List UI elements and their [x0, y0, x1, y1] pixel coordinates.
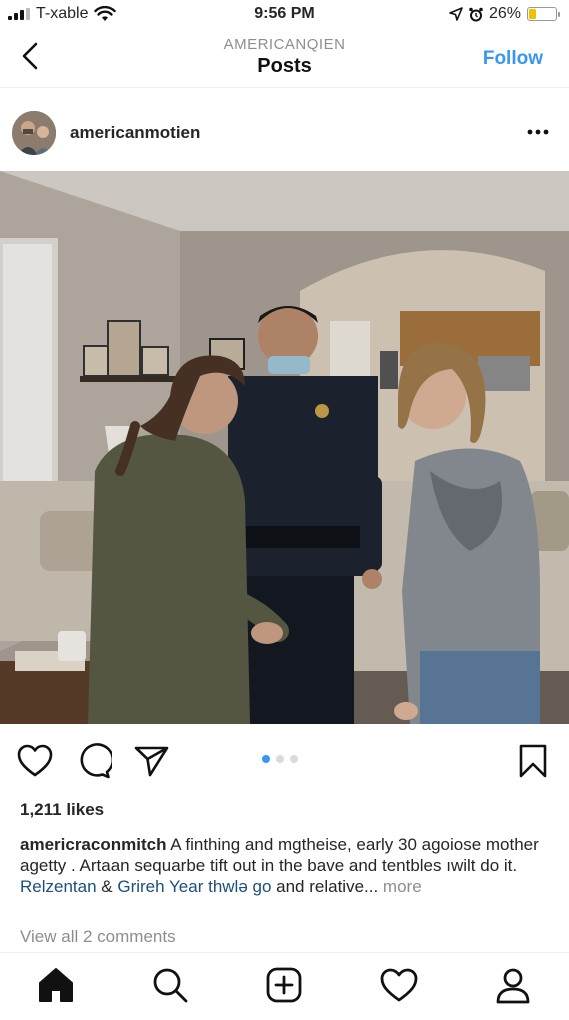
follow-button[interactable]: Follow: [483, 48, 543, 70]
carousel-indicator: [262, 755, 298, 763]
activity-heart-icon[interactable]: [379, 965, 419, 1005]
caption-text-end: and relative...: [271, 877, 379, 896]
battery-percent: 26%: [488, 5, 521, 22]
plus-square-icon[interactable]: [264, 965, 304, 1005]
more-options-button[interactable]: [523, 120, 553, 144]
bookmark-icon[interactable]: [514, 742, 552, 780]
caption-tag[interactable]: thwlə go: [208, 877, 271, 896]
status-right: 26%: [449, 5, 560, 23]
carousel-dot: [290, 755, 298, 763]
likes-count[interactable]: 1,211 likes: [20, 800, 104, 820]
post-actions: [0, 738, 569, 782]
bottom-nav: [0, 952, 569, 1020]
caption-tag[interactable]: Grireh Year: [117, 877, 203, 896]
battery-icon: [527, 7, 560, 21]
status-bar: T-хable 9:56 PM 26%: [0, 0, 569, 30]
caption-ampersand: &: [96, 877, 118, 896]
carousel-dot: [262, 755, 270, 763]
caption-username[interactable]: americraconmitch: [20, 835, 166, 854]
profile-icon[interactable]: [493, 965, 533, 1005]
alarm-icon: [469, 7, 483, 21]
header: AMERICANQIEN Posts Follow: [0, 30, 569, 88]
post-image-scene: [0, 171, 569, 724]
post-username[interactable]: americanmotien: [70, 123, 200, 143]
caption-tag[interactable]: Relzentan: [20, 877, 97, 896]
view-comments-link[interactable]: View all 2 comments: [20, 927, 176, 947]
carousel-dot: [276, 755, 284, 763]
comment-icon[interactable]: [74, 742, 112, 780]
post-image[interactable]: [0, 171, 569, 724]
send-icon[interactable]: [132, 742, 170, 780]
post-caption: americraconmitch A finthing and mgtheise…: [20, 834, 550, 897]
avatar[interactable]: [12, 111, 56, 155]
like-heart-icon[interactable]: [16, 742, 54, 780]
location-icon: [449, 7, 463, 21]
search-icon[interactable]: [150, 965, 190, 1005]
home-icon[interactable]: [36, 965, 76, 1005]
caption-more-link[interactable]: more: [378, 877, 422, 896]
post-header: americanmotien: [0, 98, 569, 168]
